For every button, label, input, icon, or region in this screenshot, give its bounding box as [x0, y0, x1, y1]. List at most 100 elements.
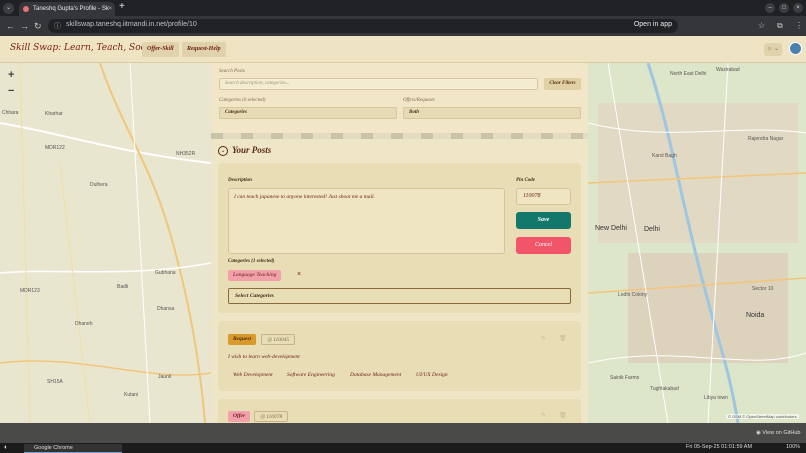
categories-selected-label: Categories (1 selected)	[228, 259, 275, 264]
categories-filter-select[interactable]: Categories	[219, 107, 397, 119]
select-categories-dropdown[interactable]: Select Categories	[228, 288, 571, 304]
post-skill-tag: UI/UX Design	[416, 372, 448, 378]
map-place-label: Gubhana	[155, 270, 176, 276]
pin-code-label: Pin Code	[516, 178, 536, 183]
post-type-badge: Request	[228, 334, 257, 345]
tab-close-icon[interactable]: ×	[108, 2, 112, 16]
user-avatar[interactable]	[789, 42, 802, 55]
site-info-icon[interactable]: ⓘ	[54, 21, 61, 31]
location-pin-icon: ◎	[267, 337, 272, 343]
url-text: skillswap.taneshq.iitmandi.in.net/profil…	[66, 21, 197, 28]
map-place-label: Sector 10	[752, 286, 774, 292]
extensions-icon[interactable]: ⧉	[777, 21, 783, 31]
new-tab-button[interactable]: +	[119, 1, 125, 12]
map-place-label: New Delhi	[595, 225, 627, 232]
minimize-button[interactable]: –	[765, 3, 775, 13]
description-label: Description	[228, 178, 252, 183]
map-zoom-in-button[interactable]: +	[8, 69, 14, 81]
os-taskbar: ◐ Google Chrome Fri 05-Sep-25 01:01:59 A…	[0, 443, 806, 453]
post-description: I wish to learn web-development	[228, 354, 300, 360]
map-road-label: SH15A	[47, 379, 63, 385]
category-chip: Language Teaching	[228, 270, 282, 281]
map-left[interactable]: + − Chhara Kharhar MDR122 NH352R Dulhera…	[0, 63, 211, 423]
offers-requests-label: Offers/Requests	[403, 98, 435, 103]
save-button[interactable]: Save	[516, 212, 571, 229]
reload-button[interactable]: ↻	[34, 20, 42, 32]
delete-icon[interactable]: 🗑	[559, 412, 567, 419]
chrome-menu-icon[interactable]: ⋮	[795, 21, 803, 30]
map-place-label: Kharhar	[45, 111, 63, 117]
remove-chip-icon[interactable]: ×	[297, 271, 301, 278]
map-place-label: Karol Bagh	[652, 153, 677, 159]
theme-toggle-button[interactable]: ☼ ⌄	[764, 43, 782, 56]
your-posts-header[interactable]: ⌄ Your Posts	[218, 145, 581, 160]
offer-skill-link[interactable]: Offer-Skill	[142, 42, 179, 57]
site-navbar: Skill Swap: Learn, Teach, Socialize Offe…	[0, 36, 806, 63]
map-place-label: Noida	[746, 312, 765, 319]
battery-level: 100%	[786, 444, 801, 450]
site-favicon-icon	[23, 6, 29, 12]
collapse-chevron-icon[interactable]: ⌄	[218, 146, 228, 156]
post-pin-value: 110078	[266, 414, 283, 420]
your-posts-title: Your Posts	[232, 145, 272, 155]
map-place-label: Dhaneh	[75, 321, 93, 327]
post-card: Request ◎ 110045 ✎ 🗑 I wish to learn web…	[218, 321, 581, 391]
browser-tab[interactable]: Taneshq Gupta's Profile - Sk ×	[19, 2, 115, 16]
edit-icon[interactable]: ✎	[541, 335, 546, 342]
close-window-button[interactable]: ×	[793, 3, 803, 13]
browser-tab-strip: ⌄ Taneshq Gupta's Profile - Sk × + – □ ×	[0, 0, 806, 16]
location-pin-icon: ◎	[260, 414, 265, 420]
post-pin-badge: ◎ 110045	[261, 334, 296, 345]
search-label: Search Posts	[219, 69, 245, 74]
map-place-label: Rajendra Nagar	[748, 136, 784, 142]
edit-post-card: Description I can teach japanese to anyo…	[218, 163, 581, 313]
map-place-label: Delhi	[644, 226, 660, 233]
map-road-label: MDR122	[45, 145, 65, 151]
categories-filter-label: Categories (0 selected)	[219, 98, 266, 103]
view-on-github-link[interactable]: ◉ View on GitHub	[756, 430, 800, 436]
map-place-label: Badli	[117, 284, 129, 290]
map-right-roads	[588, 63, 806, 423]
map-place-label: Dulhera	[90, 182, 108, 188]
filter-bar: Search Posts Search description, categor…	[211, 63, 588, 133]
search-input[interactable]: Search description, categories...	[219, 78, 538, 90]
post-skill-tag: Software Engineering	[287, 372, 335, 378]
map-attribution[interactable]: © OSM © OpenStreetMap contributors	[726, 414, 799, 419]
map-place-label: Dhansa	[157, 306, 175, 312]
map-place-label: North East Delhi	[670, 71, 707, 77]
clock: Fri 05-Sep-25 01:01:59 AM	[686, 444, 753, 450]
map-place-label: Jaunti	[158, 374, 172, 380]
map-place-label: Tughlakabad	[650, 386, 679, 392]
post-skill-tag: Database Management	[350, 372, 402, 378]
description-textarea[interactable]: I can teach japanese to anyone intereste…	[228, 188, 505, 254]
github-footer-bar: ◉ View on GitHub	[0, 423, 806, 443]
taskbar-app-label: Google Chrome	[34, 445, 73, 451]
map-left-roads	[0, 63, 211, 423]
open-in-app-button[interactable]: Open in app	[634, 21, 672, 28]
map-divider-strip	[211, 133, 588, 139]
web-page: Skill Swap: Learn, Teach, Socialize Offe…	[0, 36, 806, 423]
map-place-label: Wazirabad	[716, 67, 740, 73]
clear-filters-button[interactable]: Clear Filters	[544, 78, 581, 90]
map-place-label: Chhara	[2, 110, 19, 116]
address-bar[interactable]: ⓘ skillswap.taneshq.iitmandi.in.net/prof…	[48, 19, 678, 33]
tab-search-button[interactable]: ⌄	[3, 3, 14, 14]
view-on-github-label: View on GitHub	[762, 430, 801, 436]
github-icon: ◉	[756, 430, 761, 436]
taskbar-chrome-item[interactable]: Google Chrome	[24, 444, 122, 453]
edit-icon[interactable]: ✎	[541, 412, 546, 419]
maximize-button[interactable]: □	[779, 3, 789, 13]
pin-code-input[interactable]: 110078	[516, 188, 571, 205]
back-button[interactable]: ←	[6, 20, 15, 32]
request-help-link[interactable]: Request-Help	[182, 42, 226, 57]
map-road-label: MDR123	[20, 288, 40, 294]
map-place-label: Lodhi Colony	[618, 292, 648, 298]
os-menu-icon[interactable]: ◐	[4, 444, 8, 452]
map-right[interactable]: Wazirabad North East Delhi Karol Bagh Ra…	[588, 63, 806, 423]
cancel-button[interactable]: Cancel	[516, 237, 571, 254]
forward-button[interactable]: →	[20, 20, 29, 32]
offers-requests-select[interactable]: Both	[403, 107, 581, 119]
map-zoom-out-button[interactable]: −	[8, 85, 14, 97]
bookmark-star-icon[interactable]: ☆	[758, 21, 765, 30]
delete-icon[interactable]: 🗑	[559, 335, 567, 342]
